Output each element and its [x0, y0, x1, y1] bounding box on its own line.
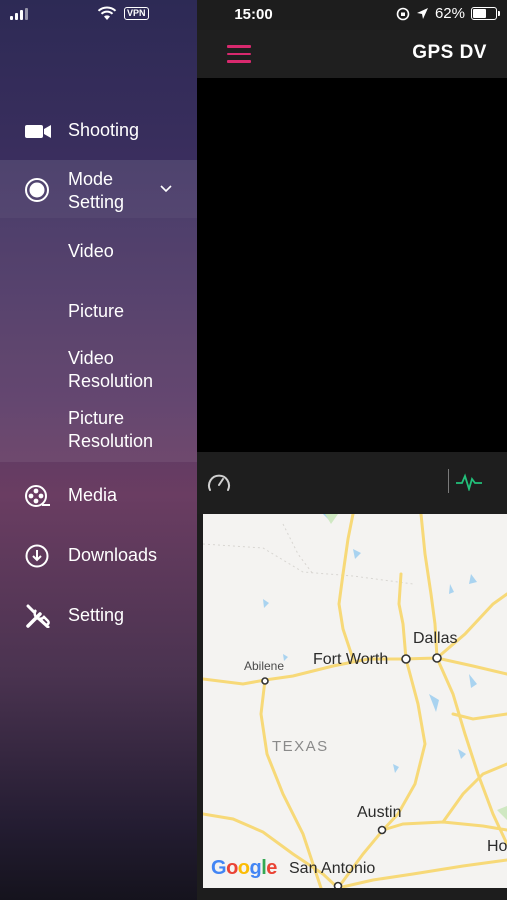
menu-item-mode-setting[interactable]: Mode Setting — [0, 160, 197, 218]
battery-icon — [471, 7, 500, 20]
menu-item-media[interactable]: Media — [0, 474, 197, 518]
map-label-austin: Austin — [357, 804, 402, 821]
submenu-item-picture-resolution[interactable]: Picture Resolution — [0, 404, 197, 458]
map-label-houston: Ho — [487, 838, 507, 855]
submenu-item-picture[interactable]: Picture — [0, 292, 197, 332]
rotation-lock-icon — [396, 7, 410, 20]
pulse-icon[interactable] — [456, 473, 482, 491]
submenu-item-video[interactable]: Video — [0, 232, 197, 272]
record-icon — [25, 178, 49, 202]
speedometer-icon — [208, 474, 230, 491]
menu-label-setting: Setting — [68, 192, 125, 212]
menu-item-shooting[interactable]: Shooting — [0, 109, 197, 153]
top-bar: GPS DV — [197, 30, 507, 78]
map-label-abilene: Abilene — [244, 659, 285, 673]
info-bar — [197, 452, 507, 514]
battery-percent: 62% — [434, 5, 465, 22]
app-title: GPS DV — [412, 42, 487, 63]
map-label-fort-worth: Fort Worth — [313, 651, 389, 668]
menu-item-downloads[interactable]: Downloads — [0, 534, 197, 578]
submenu-label: Resolution — [68, 371, 154, 391]
divider — [448, 469, 449, 493]
video-preview[interactable] — [197, 78, 507, 452]
chevron-down-icon[interactable] — [160, 185, 172, 193]
google-logo: Google — [211, 857, 277, 879]
download-icon — [25, 544, 49, 568]
map-view[interactable]: Dallas Fort Worth Abilene TEXAS Austin S… — [203, 514, 507, 888]
bottom-strip — [197, 888, 507, 900]
location-arrow-icon — [416, 8, 428, 19]
submenu-label: Resolution — [68, 431, 154, 451]
map-label-dallas: Dallas — [413, 630, 458, 647]
map-roads — [203, 514, 507, 888]
submenu-label: Picture — [68, 408, 125, 428]
status-bar: VPN 15:00 62% — [0, 0, 507, 30]
map-label-texas: TEXAS — [272, 738, 329, 755]
tools-icon — [26, 604, 50, 628]
mode-setting-section: Mode Setting Video Picture Video Resolut… — [0, 160, 197, 462]
video-camera-icon — [25, 125, 51, 138]
menu-item-setting[interactable]: Setting — [0, 594, 197, 638]
menu-label: Setting — [68, 605, 125, 625]
menu-icon[interactable] — [227, 45, 251, 63]
side-drawer: Shooting Mode Setting Video Picture Vide… — [0, 0, 197, 900]
map-label-san-antonio: San Antonio — [289, 860, 376, 877]
submenu-item-video-resolution[interactable]: Video Resolution — [0, 344, 197, 398]
submenu-label: Picture — [68, 301, 125, 321]
submenu-label: Video — [68, 348, 114, 368]
menu-label: Shooting — [68, 120, 140, 140]
film-reel-icon — [25, 485, 50, 507]
menu-label: Media — [68, 485, 118, 505]
submenu-label: Video — [68, 241, 114, 261]
menu-label-mode: Mode — [68, 169, 114, 189]
menu-label: Downloads — [68, 545, 158, 565]
